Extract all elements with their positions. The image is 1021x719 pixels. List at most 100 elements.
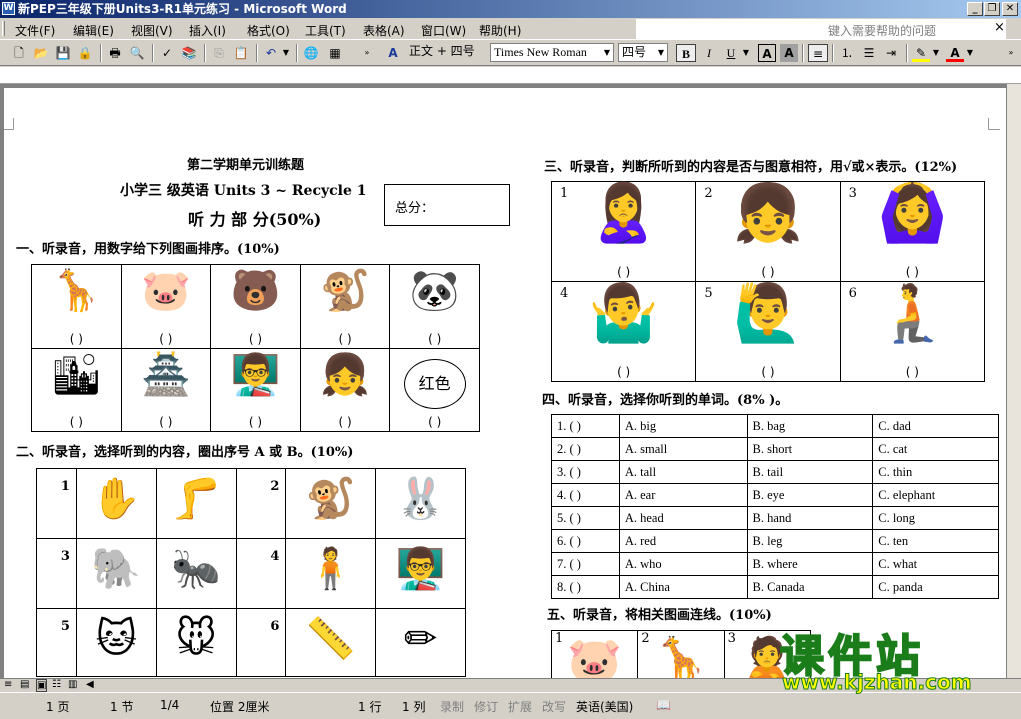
research-icon[interactable]: 📚: [180, 44, 198, 62]
underline-button[interactable]: U: [722, 44, 740, 62]
option-picture-icon[interactable]: 🐰: [396, 479, 446, 519]
minimize-icon[interactable]: _: [967, 2, 983, 16]
styles-icon[interactable]: A: [384, 44, 402, 62]
char-shading-icon[interactable]: A: [780, 44, 798, 62]
answer-blank[interactable]: ( ): [552, 365, 695, 379]
option-picture-icon[interactable]: ✋: [91, 479, 141, 519]
option-picture-icon[interactable]: 📏: [306, 619, 356, 659]
document-page[interactable]: 第二学期单元训练题 小学三 级英语 Units 3 ~ Recycle 1 听 …: [4, 88, 1006, 678]
answer-blank[interactable]: 6. ( ): [551, 529, 620, 553]
menu-file[interactable]: 文件(F): [12, 21, 58, 40]
option-picture-icon[interactable]: 🧍: [306, 549, 356, 589]
option-picture-icon[interactable]: 🐜: [171, 549, 221, 589]
close-document-icon[interactable]: ×: [994, 20, 1005, 35]
menu-edit[interactable]: 编辑(E): [70, 21, 117, 40]
answer-blank[interactable]: ( ): [841, 365, 984, 379]
answer-blank[interactable]: ( ): [32, 332, 121, 346]
option-picture-icon[interactable]: 👨‍🏫: [396, 549, 446, 589]
numbering-icon[interactable]: ⒈: [838, 44, 856, 62]
answer-blank[interactable]: 2. ( ): [551, 437, 620, 461]
answer-blank[interactable]: ( ): [552, 265, 695, 279]
menu-grip[interactable]: [2, 21, 5, 36]
vertical-scrollbar[interactable]: [1006, 84, 1021, 678]
size-dropdown-icon[interactable]: ▼: [656, 44, 666, 62]
highlight-icon[interactable]: ✎: [912, 44, 930, 62]
menu-table[interactable]: 表格(A): [360, 21, 408, 40]
answer-blank[interactable]: 8. ( ): [551, 575, 620, 599]
option-picture-icon[interactable]: ✏: [404, 619, 438, 659]
undo-dropdown-icon[interactable]: ▼: [282, 44, 290, 62]
scroll-left-icon[interactable]: ◀: [86, 679, 94, 690]
link-picture-icon[interactable]: 🐷: [567, 639, 622, 679]
answer-blank[interactable]: 3. ( ): [551, 460, 620, 484]
bold-button[interactable]: B: [676, 44, 696, 62]
status-extend[interactable]: 扩展: [508, 698, 532, 715]
outline-view-icon[interactable]: ☷: [52, 679, 61, 690]
permission-icon[interactable]: 🔒: [76, 44, 94, 62]
copy-icon[interactable]: ⎘: [210, 44, 228, 62]
print-preview-icon[interactable]: 🔍: [128, 44, 146, 62]
answer-blank[interactable]: 4. ( ): [551, 483, 620, 507]
paste-icon[interactable]: 📋: [232, 44, 250, 62]
menu-insert[interactable]: 插入(I): [186, 21, 229, 40]
option-picture-icon[interactable]: 🐒: [306, 479, 356, 519]
answer-blank[interactable]: 7. ( ): [551, 552, 620, 576]
font-color-dropdown-icon[interactable]: ▼: [966, 44, 974, 62]
undo-icon[interactable]: ↶: [262, 44, 280, 62]
font-select[interactable]: Times New Roman: [490, 43, 614, 62]
menu-view[interactable]: 视图(V): [128, 21, 176, 40]
indent-icon[interactable]: ⇥: [882, 44, 900, 62]
answer-blank[interactable]: ( ): [696, 365, 839, 379]
answer-blank[interactable]: ( ): [301, 332, 390, 346]
table-icon[interactable]: ▦: [326, 44, 344, 62]
option-picture-icon[interactable]: 🦵: [171, 479, 221, 519]
menu-window[interactable]: 窗口(W): [418, 21, 469, 40]
answer-blank[interactable]: ( ): [122, 332, 211, 346]
menu-tools[interactable]: 工具(T): [302, 21, 349, 40]
print-icon[interactable]: 🖶: [106, 44, 124, 62]
restore-icon[interactable]: ❐: [984, 2, 1000, 16]
option-picture-icon[interactable]: 🐘: [91, 549, 141, 589]
normal-view-icon[interactable]: ≡: [4, 679, 12, 690]
answer-blank[interactable]: ( ): [211, 332, 300, 346]
underline-dropdown-icon[interactable]: ▼: [742, 44, 750, 62]
option-picture-icon[interactable]: 🐱: [95, 619, 137, 659]
style-select[interactable]: 正文 + 四号: [406, 43, 490, 62]
status-track-changes[interactable]: 修订: [474, 698, 498, 715]
align-center-icon[interactable]: ≡: [808, 44, 828, 62]
status-record[interactable]: 录制: [440, 698, 464, 715]
toolbar-options-icon[interactable]: »: [1006, 44, 1016, 62]
spelling-status-icon[interactable]: 📖: [656, 698, 671, 712]
print-view-icon[interactable]: ▣: [36, 679, 48, 692]
new-document-icon[interactable]: 🗋: [10, 44, 28, 62]
answer-blank[interactable]: ( ): [696, 265, 839, 279]
help-search-input[interactable]: 键入需要帮助的问题: [636, 19, 1006, 39]
answer-blank[interactable]: ( ): [390, 332, 479, 346]
font-color-icon[interactable]: A: [946, 44, 964, 62]
link-picture-icon[interactable]: 🦒: [654, 639, 709, 679]
highlight-dropdown-icon[interactable]: ▼: [932, 44, 940, 62]
answer-blank[interactable]: ( ): [841, 265, 984, 279]
option-picture-icon[interactable]: 🐭: [175, 619, 217, 659]
close-icon[interactable]: ✕: [1002, 2, 1018, 16]
answer-blank[interactable]: ( ): [390, 415, 479, 429]
font-dropdown-icon[interactable]: ▼: [602, 44, 612, 62]
hyperlink-icon[interactable]: 🌐: [302, 44, 320, 62]
horizontal-ruler[interactable]: [0, 67, 1021, 84]
answer-blank[interactable]: ( ): [122, 415, 211, 429]
word-app-icon[interactable]: W: [2, 2, 15, 15]
italic-button[interactable]: I: [700, 44, 718, 62]
answer-blank[interactable]: 5. ( ): [551, 506, 620, 530]
bullets-icon[interactable]: ☰: [860, 44, 878, 62]
answer-blank[interactable]: ( ): [32, 415, 121, 429]
menu-help[interactable]: 帮助(H): [476, 21, 524, 40]
menu-format[interactable]: 格式(O): [244, 21, 293, 40]
save-icon[interactable]: 💾: [54, 44, 72, 62]
char-border-icon[interactable]: A: [758, 44, 776, 62]
answer-blank[interactable]: ( ): [211, 415, 300, 429]
toolbar-options-icon[interactable]: »: [362, 44, 372, 62]
reading-view-icon[interactable]: ▥: [68, 679, 77, 690]
answer-blank[interactable]: 1. ( ): [551, 414, 620, 438]
answer-blank[interactable]: ( ): [301, 415, 390, 429]
spelling-icon[interactable]: ✓: [158, 44, 176, 62]
